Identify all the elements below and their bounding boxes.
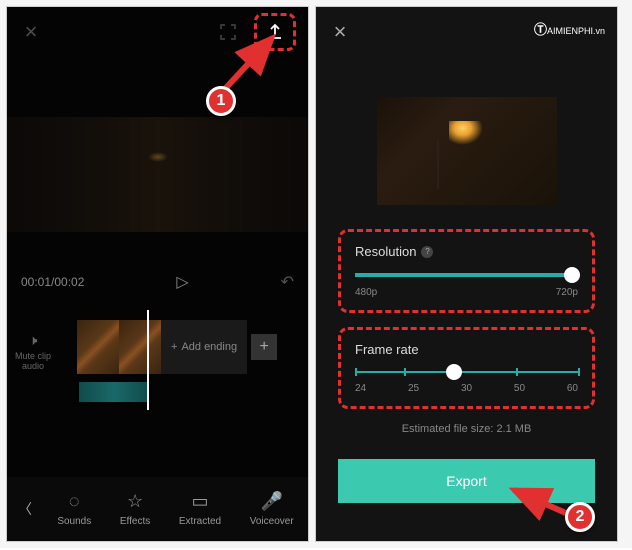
clip-thumbnail[interactable] <box>77 320 119 374</box>
speaker-muted-icon: 🕨 <box>15 332 51 349</box>
file-size-estimate: Estimated file size: 2.1 MB <box>338 423 595 435</box>
timecode: 00:01/00:02 <box>21 275 84 289</box>
fr-tick: 60 <box>567 383 578 394</box>
framerate-slider[interactable] <box>355 371 578 373</box>
nav-effects[interactable]: ☆ Effects <box>120 491 150 527</box>
editor-topbar: × <box>7 7 308 57</box>
export-screen: ⓉAIMIENPHI.vn × Resolution ? 480p 720p <box>315 6 618 542</box>
mute-clip-button[interactable]: 🕨 Mute clip audio <box>15 332 51 371</box>
resolution-slider[interactable] <box>355 273 578 277</box>
framerate-setting-highlight: Frame rate 24 25 30 50 60 <box>338 327 595 409</box>
help-icon[interactable]: ? <box>421 246 433 258</box>
fullscreen-icon[interactable] <box>216 20 240 44</box>
fr-tick: 50 <box>514 383 525 394</box>
back-button[interactable]: 〈 <box>7 477 43 541</box>
play-button[interactable]: ▷ <box>176 272 188 292</box>
resolution-max: 720p <box>556 287 578 298</box>
undo-button[interactable]: ↶ <box>281 272 294 292</box>
extracted-icon: ▭ <box>191 491 208 512</box>
close-icon[interactable]: × <box>328 20 352 44</box>
bottom-toolbar: 〈 ◌ Sounds ☆ Effects ▭ Extracted 🎤 Voice… <box>7 477 308 541</box>
video-preview[interactable] <box>7 117 308 232</box>
voiceover-icon: 🎤 <box>261 491 283 512</box>
export-preview <box>377 97 557 205</box>
slider-knob[interactable] <box>446 364 462 380</box>
clip-thumbnail[interactable] <box>119 320 161 374</box>
timeline[interactable]: 🕨 Mute clip audio + Add ending + <box>7 310 308 430</box>
sounds-icon: ◌ <box>69 491 80 512</box>
framerate-label: Frame rate <box>355 342 419 357</box>
export-button[interactable]: Export <box>338 459 595 503</box>
nav-voiceover[interactable]: 🎤 Voiceover <box>250 491 294 527</box>
playhead[interactable] <box>147 310 149 410</box>
watermark: ⓉAIMIENPHI.vn <box>534 19 605 38</box>
slider-knob[interactable] <box>564 267 580 283</box>
callout-1: 1 <box>206 86 236 116</box>
add-clip-button[interactable]: + <box>251 334 277 360</box>
export-icon[interactable] <box>263 20 287 44</box>
editor-screen: × 00:01/00:02 ▷ ↶ 🕨 Mute clip <box>6 6 309 542</box>
callout-2: 2 <box>565 502 595 532</box>
add-ending-button[interactable]: + Add ending <box>161 320 247 374</box>
fr-tick: 25 <box>408 383 419 394</box>
resolution-label: Resolution <box>355 244 416 259</box>
resolution-setting-highlight: Resolution ? 480p 720p <box>338 229 595 313</box>
resolution-min: 480p <box>355 287 377 298</box>
nav-extracted[interactable]: ▭ Extracted <box>179 491 221 527</box>
effects-icon: ☆ <box>127 491 143 512</box>
close-icon[interactable]: × <box>19 20 43 44</box>
export-icon-highlight <box>254 13 296 51</box>
nav-sounds[interactable]: ◌ Sounds <box>57 491 91 527</box>
audio-track[interactable] <box>79 382 149 402</box>
fr-tick: 30 <box>461 383 472 394</box>
fr-tick: 24 <box>355 383 366 394</box>
